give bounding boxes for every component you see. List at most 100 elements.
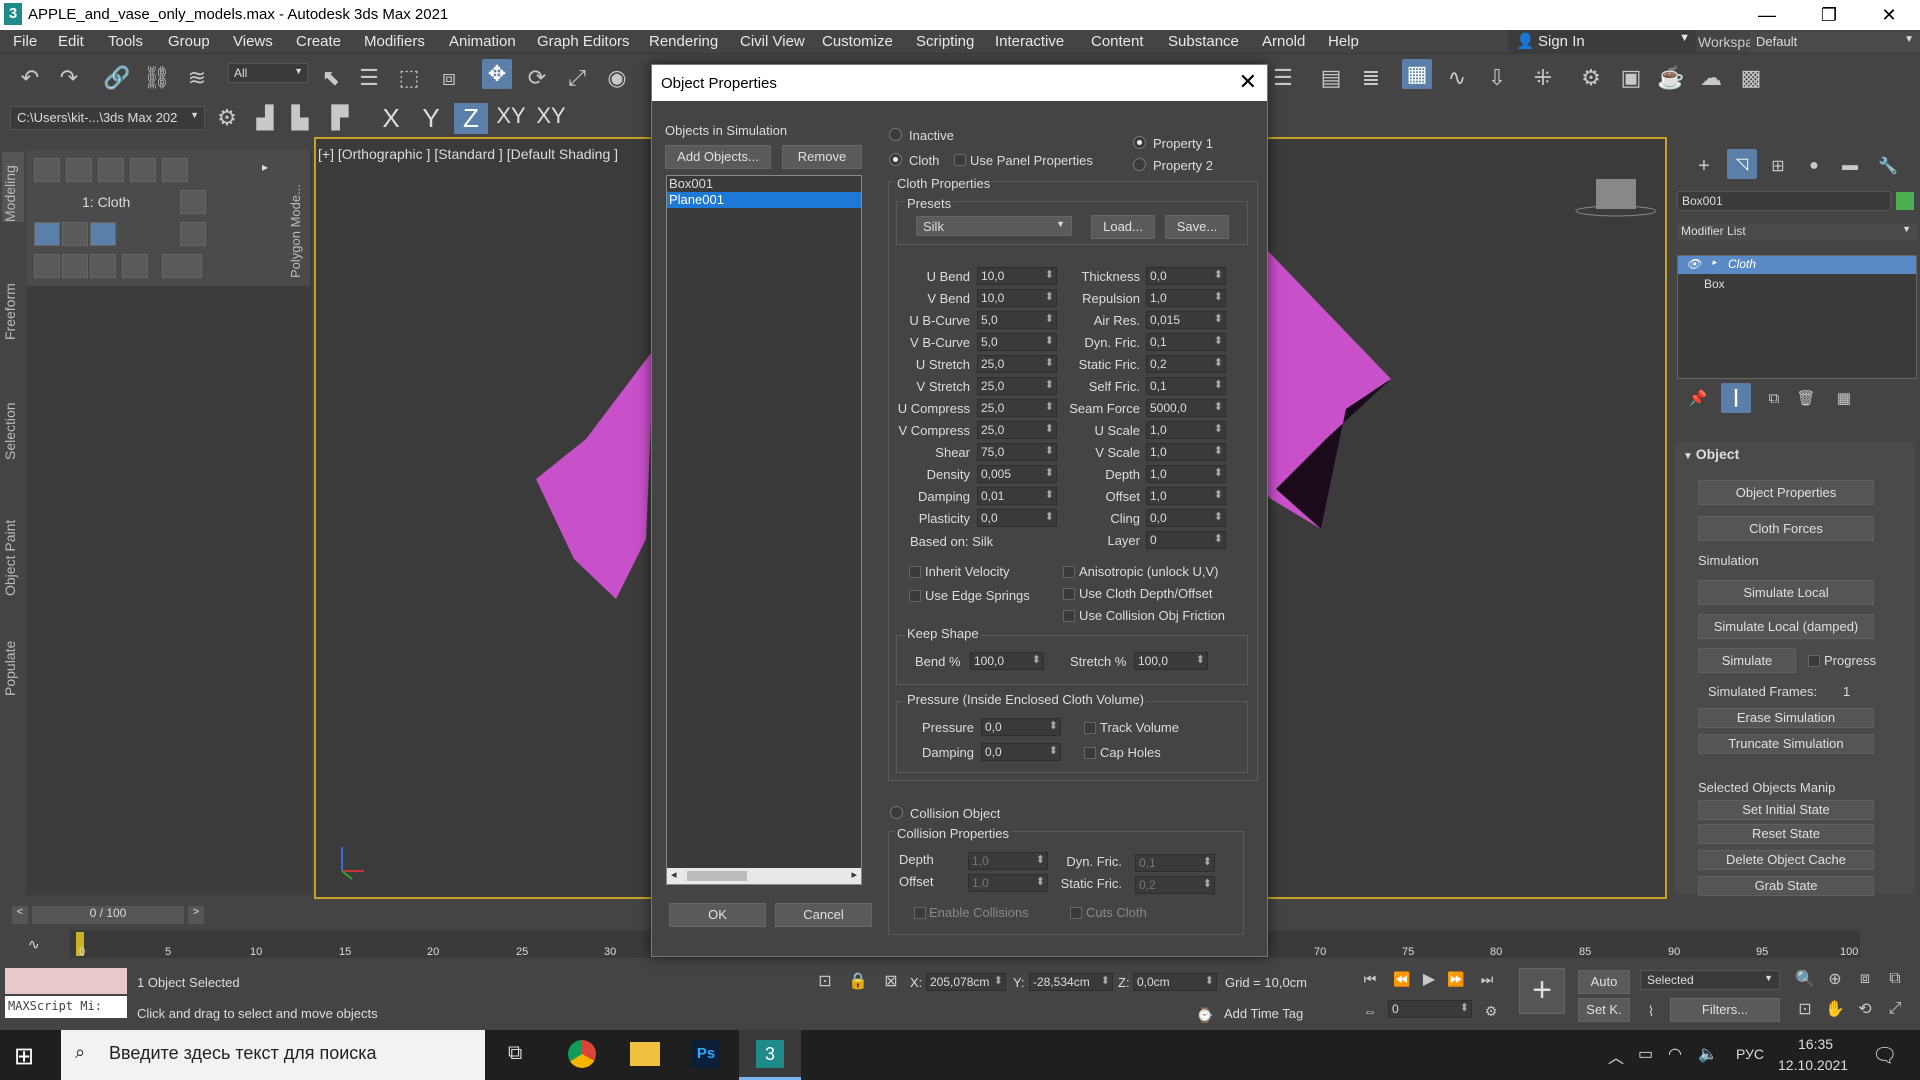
schematic-view-icon[interactable]: ⇩ (1482, 63, 1512, 93)
u-bcurve-spinner[interactable]: 5,0 (977, 311, 1057, 329)
menu-graph-editors[interactable]: Graph Editors (537, 33, 630, 50)
show-end-icon[interactable] (90, 222, 116, 246)
clock-date[interactable]: 12.10.2021 (1778, 1057, 1848, 1073)
collapse-icon[interactable] (180, 222, 206, 246)
preset-dropdown[interactable]: Silk ▼ (916, 216, 1072, 236)
property1-radio[interactable] (1133, 136, 1146, 149)
cap-holes-checkbox[interactable] (1084, 747, 1096, 759)
pin-stack-icon[interactable]: 📌 (1683, 383, 1713, 413)
zoom-extents-all-icon[interactable]: ⧉ (1880, 964, 1910, 994)
tab-freeform[interactable]: Freeform (2, 283, 18, 340)
cloth-forces-button[interactable]: Cloth Forces (1698, 516, 1874, 541)
make-unique-icon[interactable]: ⧉ (1759, 383, 1789, 413)
c-static-spinner[interactable]: 0,2 (1135, 876, 1215, 894)
time-tag-icon[interactable]: ⌚ (1190, 1000, 1220, 1030)
dyn-fric-spinner[interactable]: 0,1 (1146, 333, 1226, 351)
load-preset-button[interactable]: Load... (1091, 215, 1155, 239)
offset-spinner[interactable]: 1,0 (1146, 487, 1226, 505)
menu-help[interactable]: Help (1328, 33, 1359, 50)
menu-content[interactable]: Content (1091, 33, 1144, 50)
v-compress-spinner[interactable]: 25,0 (977, 421, 1057, 439)
viewport-label[interactable]: [+] [Orthographic ] [Standard ] [Default… (318, 146, 618, 162)
tab-polygon-mode[interactable]: Polygon Mode... (288, 184, 303, 278)
enable-collisions-checkbox[interactable] (914, 907, 926, 919)
show-end-result-icon[interactable]: ┃ (1721, 383, 1751, 413)
repulsion-spinner[interactable]: 1,0 (1146, 289, 1226, 307)
object-name-field[interactable]: Box001 (1677, 191, 1891, 211)
property2-radio[interactable] (1133, 158, 1146, 171)
clock-time[interactable]: 16:35 (1798, 1036, 1833, 1052)
menu-scripting[interactable]: Scripting (916, 33, 974, 50)
previous-frame-icon[interactable]: ⏪ (1387, 964, 1417, 994)
3dsmax-taskbar-button[interactable]: 3 (739, 1030, 801, 1080)
shear-spinner[interactable]: 75,0 (977, 443, 1057, 461)
inherit-velocity-checkbox[interactable] (909, 566, 921, 578)
menu-civil-view[interactable]: Civil View (740, 33, 805, 50)
air-res-spinner[interactable]: 0,015 (1146, 311, 1226, 329)
vertex-icon[interactable] (34, 158, 60, 182)
menu-substance[interactable]: Substance (1168, 33, 1239, 50)
u-bend-spinner[interactable]: 10,0 (977, 267, 1057, 285)
border-icon[interactable] (98, 158, 124, 182)
grab-state-button[interactable]: Grab State (1698, 876, 1874, 896)
pressure-spinner[interactable]: 0,0 (981, 718, 1061, 736)
tab-object-paint[interactable]: Object Paint (2, 520, 18, 596)
seam-force-spinner[interactable]: 5000,0 (1146, 399, 1226, 417)
selection-filter-dropdown[interactable]: All ▼ (228, 63, 308, 83)
task-view-icon[interactable]: ⧉ (508, 1042, 522, 1065)
depth-spinner[interactable]: 1,0 (1146, 465, 1226, 483)
bind-spacewarp-icon[interactable]: ≋ (182, 63, 212, 93)
next-frame-icon[interactable]: ⏩ (1441, 964, 1471, 994)
scene-explorer-icon[interactable]: ▤ (1316, 63, 1346, 93)
orbit-icon[interactable]: ⟲ (1850, 994, 1880, 1024)
simulate-button[interactable]: Simulate (1698, 648, 1796, 673)
element-icon[interactable] (162, 158, 188, 182)
unlink-icon[interactable]: ⛓ (142, 63, 172, 93)
configure-sets-icon[interactable]: ▦ (1829, 383, 1859, 413)
cloth-radio[interactable] (889, 153, 902, 166)
menu-modifiers[interactable]: Modifiers (364, 33, 425, 50)
go-to-end-icon[interactable]: ⏭ (1472, 964, 1502, 994)
add-objects-button[interactable]: Add Objects... (665, 145, 771, 169)
object-properties-button[interactable]: Object Properties (1698, 480, 1874, 505)
reset-state-button[interactable]: Reset State (1698, 824, 1874, 844)
maxscript-mini-listener[interactable]: MAXScript Mi: (5, 996, 127, 1018)
render-setup-icon[interactable]: ⚙ (1576, 63, 1606, 93)
create-tab-icon[interactable]: + (1689, 151, 1719, 181)
chrome-icon[interactable] (568, 1040, 596, 1068)
select-move-icon[interactable]: ✥ (482, 59, 512, 89)
static-fric-spinner[interactable]: 0,2 (1146, 355, 1226, 373)
tab-selection[interactable]: Selection (2, 402, 18, 460)
damping-spinner[interactable]: 0,01 (977, 487, 1057, 505)
remove-modifier-icon[interactable]: 🗑 (1791, 383, 1821, 413)
progress-checkbox[interactable] (1808, 655, 1820, 667)
wifi-icon[interactable]: ◠ (1668, 1044, 1682, 1064)
zoom-all-icon[interactable]: ⊕ (1820, 964, 1850, 994)
polygon-icon[interactable] (130, 158, 156, 182)
maximize-button[interactable]: ❐ (1806, 0, 1852, 30)
time-config-icon[interactable]: ⚙ (1476, 996, 1506, 1026)
v-bend-spinner[interactable]: 10,0 (977, 289, 1057, 307)
axis-x-button[interactable]: X (374, 103, 408, 134)
use-edge-springs-checkbox[interactable] (909, 590, 921, 602)
collision-object-radio[interactable] (890, 806, 903, 819)
u-compress-spinner[interactable]: 25,0 (977, 399, 1057, 417)
align-icon[interactable]: ☰ (1268, 63, 1298, 93)
list-item-box001[interactable]: Box001 (667, 176, 861, 192)
menu-animation[interactable]: Animation (449, 33, 516, 50)
minimize-button[interactable]: — (1744, 0, 1790, 30)
redo-icon[interactable]: ↷ (54, 63, 84, 93)
menu-interactive[interactable]: Interactive (995, 33, 1064, 50)
object-color-swatch[interactable] (1896, 192, 1914, 210)
anisotropic-checkbox[interactable] (1063, 566, 1075, 578)
eye-icon[interactable]: 👁 (1686, 257, 1701, 271)
key-mode-icon[interactable]: ⇔ (1355, 996, 1385, 1026)
c-depth-spinner[interactable]: 1,0 (968, 852, 1048, 870)
stack-item-cloth[interactable]: Cloth 👁 ▸ (1678, 256, 1916, 274)
use-panel-properties-checkbox[interactable] (954, 154, 966, 166)
tool-icon[interactable] (162, 254, 202, 278)
taskbar-search-box[interactable]: Введите здесь текст для поиска ⌕ (61, 1030, 485, 1080)
pan-icon[interactable]: ✋ (1820, 994, 1850, 1024)
curve-editor-mini-icon[interactable]: ∿ (28, 936, 40, 953)
object-list[interactable]: Box001 Plane001 ◂ ▸ (666, 175, 862, 885)
